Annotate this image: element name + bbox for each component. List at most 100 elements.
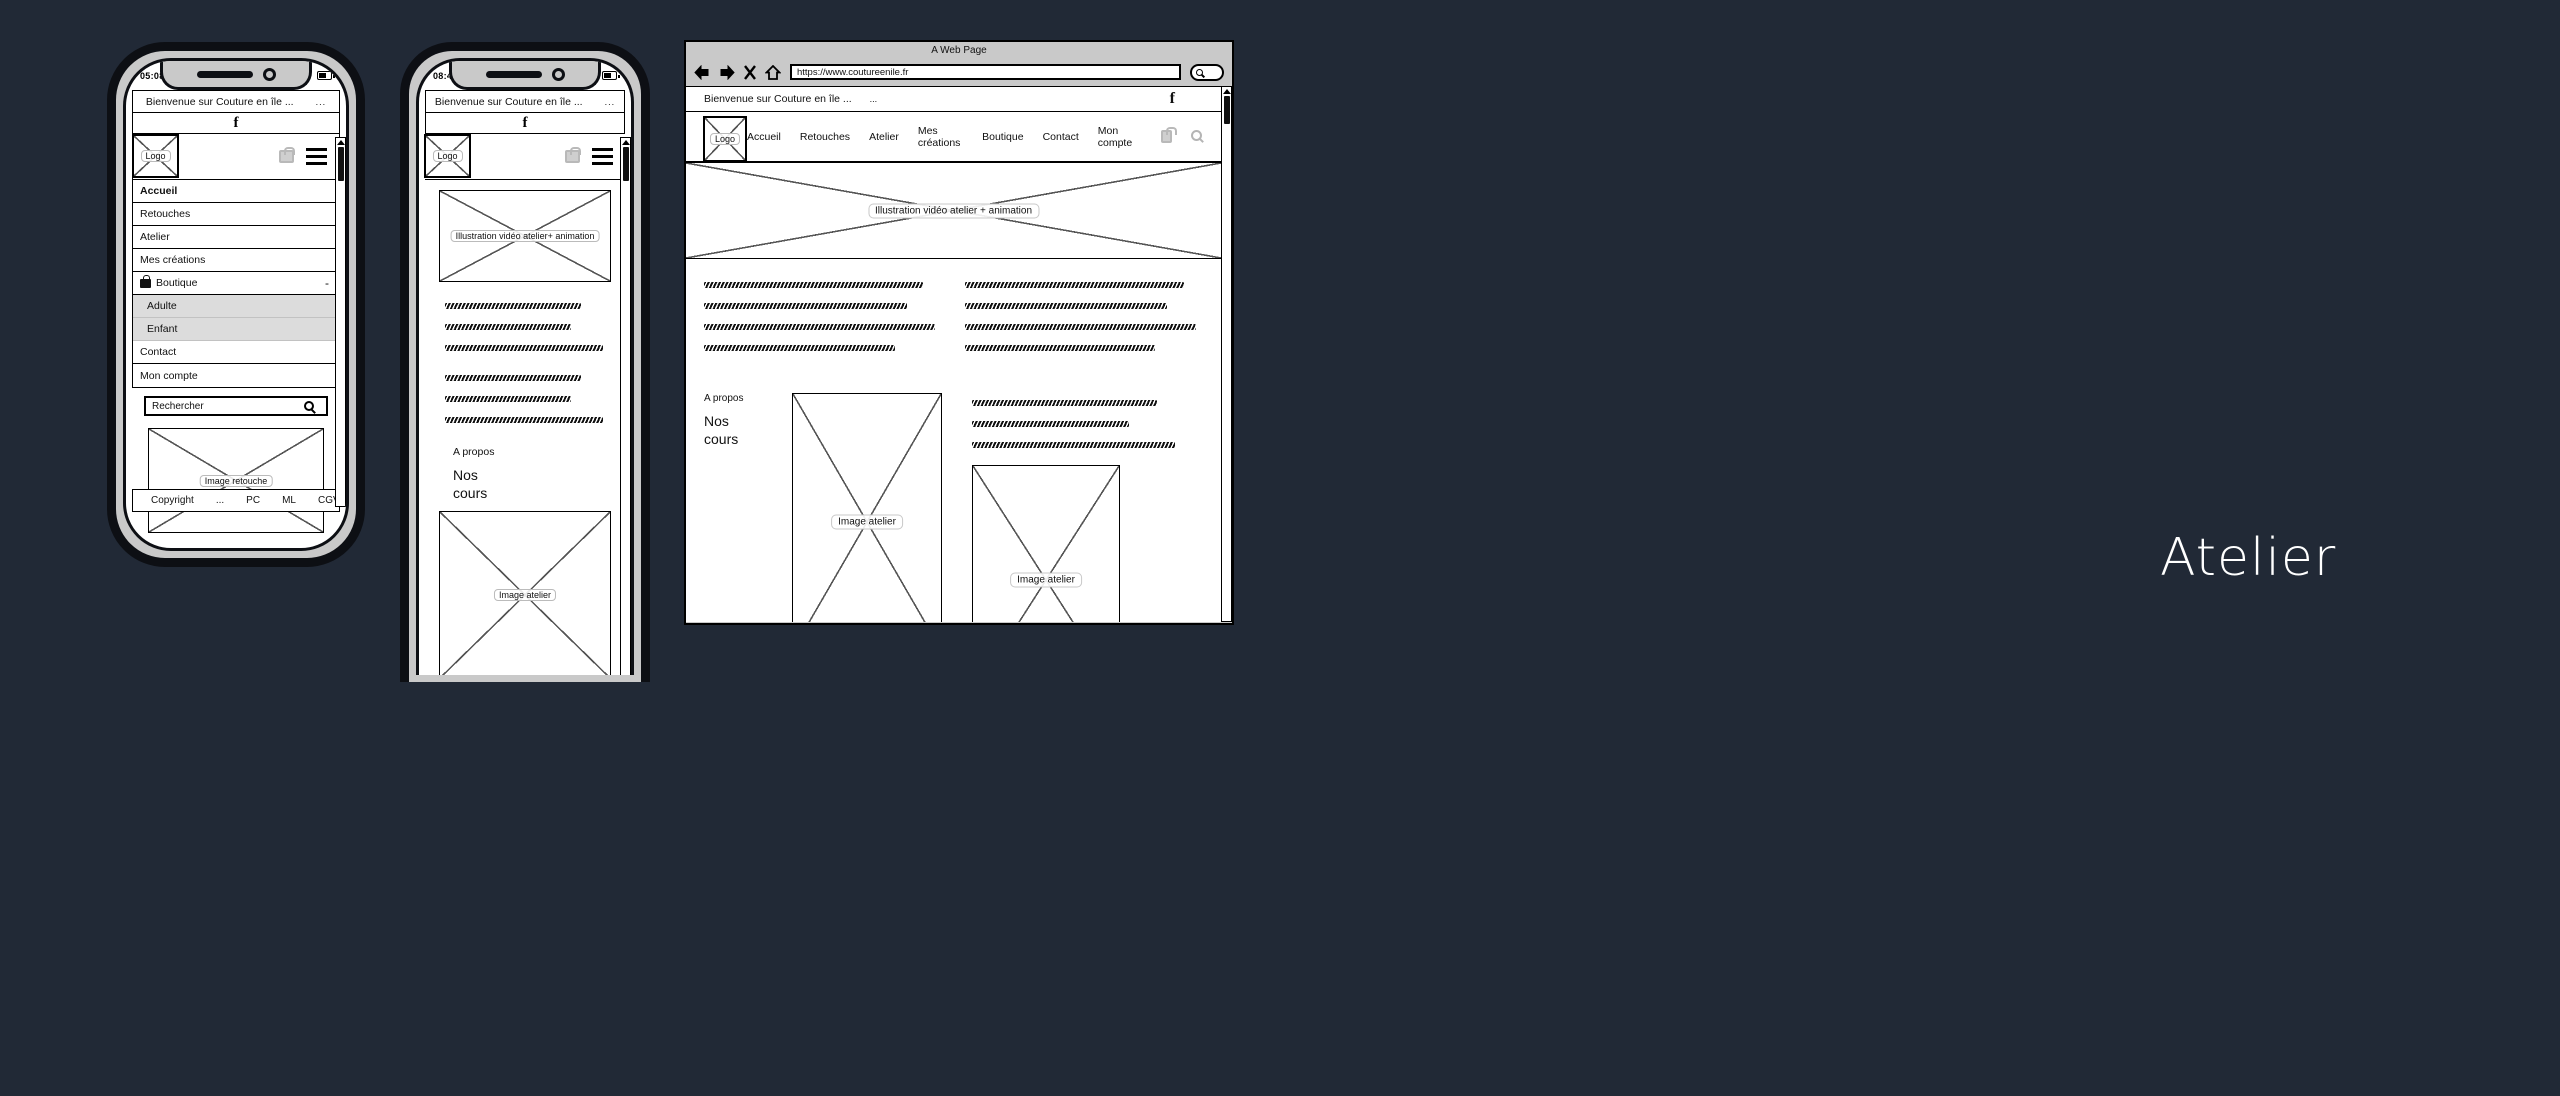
phone1-scrollbar[interactable]	[335, 137, 346, 507]
placeholder-text-line	[704, 317, 943, 335]
menu-item-retouches[interactable]: Retouches	[133, 203, 339, 226]
footer-link-pc[interactable]: PC	[242, 495, 264, 506]
nav-link-boutique[interactable]: Boutique	[982, 131, 1023, 143]
placeholder-text-line	[964, 317, 1204, 335]
image-label: Image atelier	[493, 589, 557, 601]
text-block	[972, 393, 1203, 453]
text-column-right	[964, 275, 1204, 359]
nav-link-atelier[interactable]: Atelier	[869, 131, 899, 143]
banner-text: Bienvenue sur Couture en île ...	[704, 93, 852, 105]
menu-item-mon-compte[interactable]: Mon compte	[133, 364, 339, 387]
facebook-icon[interactable]: f	[523, 115, 528, 132]
image-atelier-right: Image atelier	[972, 465, 1120, 622]
browser-viewport: Bienvenue sur Couture en île ... ... f L…	[686, 86, 1232, 622]
home-icon[interactable]	[765, 64, 781, 80]
camera-icon	[262, 67, 276, 81]
placeholder-text-line	[964, 338, 1204, 356]
menu-item-boutique[interactable]: Boutique -	[133, 272, 339, 295]
desktop-top-banner: Bienvenue sur Couture en île ... ... f	[686, 86, 1221, 112]
search-icon[interactable]	[304, 401, 314, 411]
search-value: Rechercher	[152, 400, 204, 412]
hamburger-menu-icon[interactable]	[592, 147, 613, 166]
footer-link-ml[interactable]: ML	[278, 495, 300, 506]
nav-link-retouches[interactable]: Retouches	[800, 131, 850, 143]
scroll-thumb[interactable]	[1223, 96, 1230, 124]
placeholder-text-line	[972, 435, 1203, 453]
logo[interactable]: Logo	[132, 134, 179, 178]
nav-link-accueil[interactable]: Accueil	[747, 131, 781, 143]
browser-toolbar: https://www.coutureenile.fr	[686, 58, 1232, 86]
banner-dots: ...	[315, 96, 327, 107]
placeholder-text-line	[445, 317, 611, 335]
phone2-top-banner: Bienvenue sur Couture en île ... ...	[425, 90, 625, 113]
hero-label: Illustration vidéo atelier + animation	[867, 203, 1040, 218]
footer-dots: ...	[215, 495, 225, 506]
phone2-scrollbar[interactable]	[620, 137, 631, 675]
about-heading: A propos	[453, 446, 495, 458]
about-heading: A propos	[704, 393, 744, 404]
speaker-icon	[485, 70, 542, 78]
scroll-up-arrow-icon[interactable]	[621, 140, 630, 145]
close-x-icon[interactable]	[744, 64, 756, 80]
search-icon[interactable]	[1191, 129, 1203, 145]
battery-icon	[602, 71, 620, 80]
menu-item-adulte[interactable]: Adulte	[133, 295, 339, 318]
browser-title: A Web Page	[931, 44, 987, 56]
desktop-nav-links: Accueil Retouches Atelier Mes créations …	[747, 125, 1229, 149]
search-icon	[1196, 68, 1203, 76]
browser-scrollbar[interactable]	[1221, 86, 1232, 622]
placeholder-text-line	[704, 275, 943, 293]
menu-item-atelier[interactable]: Atelier	[133, 226, 339, 249]
menu-item-contact[interactable]: Contact	[133, 341, 339, 364]
phone1-top-banner: Bienvenue sur Couture en île ... ...	[132, 90, 340, 113]
placeholder-text-line	[445, 389, 611, 407]
text-block	[445, 368, 611, 428]
hero-video-placeholder: Illustration vidéo atelier+ animation	[439, 190, 611, 282]
heading-line-2: cours	[453, 484, 488, 501]
placeholder-text-line	[972, 393, 1203, 411]
url-input[interactable]: https://www.coutureenile.fr	[790, 64, 1181, 80]
menu-label: Adulte	[147, 300, 177, 312]
footer-link-copyright[interactable]: Copyright	[147, 495, 198, 506]
browser-search-button[interactable]	[1190, 63, 1224, 81]
back-arrow-icon[interactable]	[694, 64, 710, 80]
menu-item-mes-creations[interactable]: Mes créations	[133, 249, 339, 272]
phone1-social-row: f	[132, 113, 340, 134]
forward-arrow-icon[interactable]	[719, 64, 735, 80]
hamburger-menu-icon[interactable]	[306, 147, 327, 166]
phone2-social-row: f	[425, 113, 625, 134]
phone2-navbar: Logo	[424, 134, 625, 180]
heading-line-2: cours	[704, 430, 739, 447]
image-label: Image atelier	[831, 514, 903, 530]
nav-link-contact[interactable]: Contact	[1043, 131, 1079, 143]
phone1-navbar: Logo	[132, 134, 340, 180]
image-label: Image retouche	[199, 474, 273, 487]
phone1-menu-list: Accueil Retouches Atelier Mes créations	[132, 180, 340, 388]
logo[interactable]: Logo	[424, 134, 471, 178]
placeholder-text-line	[964, 275, 1204, 293]
menu-label: Accueil	[140, 185, 178, 197]
nav-link-mes-creations[interactable]: Mes créations	[918, 125, 963, 149]
placeholder-text-line	[445, 410, 611, 428]
menu-item-enfant[interactable]: Enfant	[133, 318, 339, 341]
nav-link-mon-compte[interactable]: Mon compte	[1098, 125, 1138, 149]
scroll-up-arrow-icon[interactable]	[336, 140, 345, 145]
scroll-thumb[interactable]	[622, 147, 629, 181]
shopping-bag-icon[interactable]	[279, 146, 295, 163]
image-label: Image atelier	[1010, 572, 1082, 588]
menu-label: Atelier	[140, 231, 170, 243]
page-title: Atelier	[2160, 528, 2337, 588]
shopping-bag-icon[interactable]	[1160, 127, 1177, 143]
shopping-bag-icon[interactable]	[565, 146, 581, 163]
phone1-footer: Copyright ... PC ML CGV Plan de site ...	[132, 489, 340, 512]
search-input[interactable]: Rechercher	[144, 396, 328, 416]
scroll-thumb[interactable]	[337, 147, 344, 181]
facebook-icon[interactable]: f	[1170, 90, 1203, 108]
facebook-icon[interactable]: f	[234, 115, 239, 132]
menu-item-accueil[interactable]: Accueil	[133, 180, 339, 203]
scroll-up-arrow-icon[interactable]	[1222, 89, 1231, 94]
logo[interactable]: Logo	[703, 115, 747, 162]
menu-label: Mes créations	[140, 254, 206, 266]
banner-dots: ...	[869, 94, 878, 104]
image-atelier-placeholder: Image atelier	[439, 511, 611, 675]
